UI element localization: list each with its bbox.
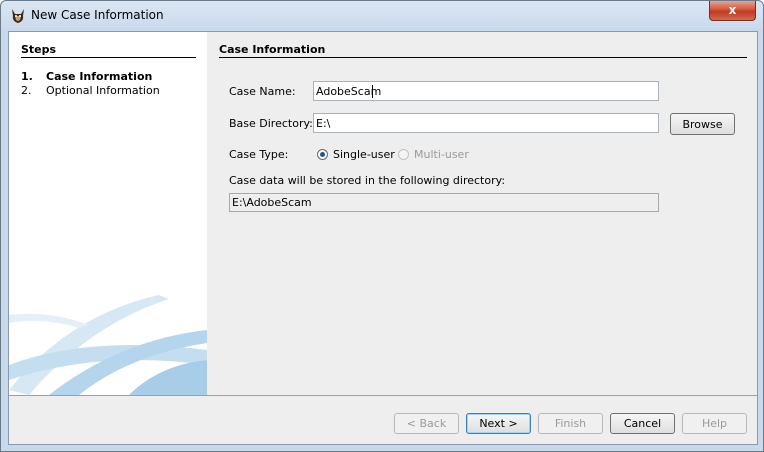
single-user-radio[interactable] [317,149,328,160]
storage-path-field[interactable] [229,193,659,212]
close-icon: x [728,3,737,17]
storage-directory-note: Case data will be stored in the followin… [229,174,506,187]
multi-user-label[interactable]: Multi-user [414,148,469,161]
case-name-label: Case Name: [229,85,296,98]
autopsy-dog-icon [12,9,24,23]
steps-heading: Steps [21,43,57,56]
step-label: Optional Information [46,84,160,97]
steps-panel: Steps 1. Case Information 2. Optional Info… [9,32,207,395]
steps-divider [21,57,196,58]
base-directory-label: Base Directory: [229,117,313,130]
window-title: New Case Information [31,8,164,22]
browse-button[interactable]: Browse [670,113,735,135]
case-information-panel: Case Information Case Name: Base Directo… [207,32,757,395]
case-type-label: Case Type: [229,148,289,161]
step-item-optional-information: 2. Optional Information [21,84,160,97]
text-caret [372,85,373,98]
dialog-window: New Case Information x Steps 1. Case Info… [0,0,764,452]
next-button[interactable]: Next > [466,413,531,434]
step-number: 1. [21,70,33,83]
step-label: Case Information [46,70,153,83]
title-bar[interactable]: New Case Information x [1,1,763,31]
case-name-input[interactable] [313,81,659,101]
single-user-label[interactable]: Single-user [333,148,395,161]
decorative-swoosh-graphic [9,295,207,395]
cancel-button[interactable]: Cancel [610,413,675,434]
panel-title: Case Information [219,43,326,56]
step-number: 2. [21,84,32,97]
base-directory-input[interactable] [313,113,659,133]
multi-user-radio[interactable] [398,149,409,160]
dialog-client-area: Steps 1. Case Information 2. Optional Info… [8,31,758,445]
close-button[interactable]: x [709,1,756,21]
panel-divider [219,57,747,58]
back-button[interactable]: < Back [394,413,459,434]
finish-button[interactable]: Finish [538,413,603,434]
help-button[interactable]: Help [682,413,747,434]
button-bar-separator [9,395,757,396]
step-item-case-information: 1. Case Information [21,70,152,83]
